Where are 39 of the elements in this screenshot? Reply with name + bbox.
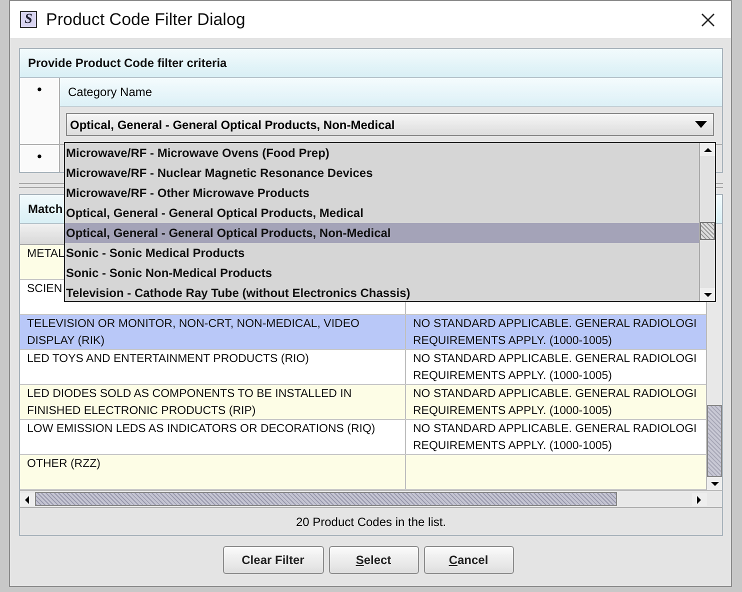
table-cell-text: SCIEN bbox=[27, 282, 62, 297]
dropdown-option[interactable]: Optical, General - General Optical Products, Medical bbox=[65, 203, 699, 223]
app-logo: S bbox=[20, 11, 37, 28]
scroll-thumb[interactable] bbox=[700, 222, 715, 240]
caret-icon[interactable] bbox=[695, 121, 707, 128]
table-cell-text: OTHER (RZZ) bbox=[27, 457, 100, 472]
window-title: Product Code Filter Dialog bbox=[46, 10, 246, 30]
table-row[interactable]: TELEVISION OR MONITOR, NON-CRT, NON-MEDICAL, VIDEO DISPLAY (RIK) NO STANDARD APPLICABLE. GENERAL RADIOLOGI REQUIREMENTS APPLY. (1000-1005) bbox=[20, 315, 706, 350]
dialog-button[interactable]: Select bbox=[328, 546, 418, 574]
dropdown-option[interactable]: Television - Cathode Ray Tube (without Electronics Chassis) bbox=[65, 283, 699, 303]
table-cell-text: NO STANDARD APPLICABLE. GENERAL RADIOLOGI REQUIREMENTS APPLY. (1000-1005) bbox=[413, 352, 697, 384]
dropdown-option[interactable]: Sonic - Sonic Medical Products bbox=[65, 243, 699, 263]
panel-header: Provide Product Code filter criteria bbox=[20, 49, 722, 78]
table-row[interactable]: OTHER (RZZ) bbox=[20, 455, 706, 490]
table-cell-text: LOW EMISSION LEDS AS INDICATORS OR DECORATIONS (RIQ) bbox=[27, 422, 376, 437]
table-cell-text: NO STANDARD APPLICABLE. GENERAL RADIOLOGI REQUIREMENTS APPLY. (1000-1005) bbox=[413, 387, 697, 419]
dropdown-option[interactable]: Microwave/RF - Microwave Ovens (Food Prep) bbox=[65, 143, 699, 163]
category-dropdown[interactable]: Optical, General - General Optical Products, Non-Medical bbox=[66, 113, 714, 136]
dropdown-option[interactable]: Microwave/RF - Nuclear Magnetic Resonance Devices bbox=[65, 163, 699, 183]
bullet: • bbox=[37, 148, 42, 165]
table-cell-text: LED TOYS AND ENTERTAINMENT PRODUCTS (RIO) bbox=[27, 352, 310, 367]
table-cell-text: NO STANDARD APPLICABLE. GENERAL RADIOLOGI REQUIREMENTS APPLY. (1000-1005) bbox=[413, 422, 697, 454]
table-row[interactable]: LOW EMISSION LEDS AS INDICATORS OR DECORATIONS (RIQ) NO STANDARD APPLICABLE. GENERAL RADIOLOGI REQUIREMENTS APPLY. (1000-1005) bbox=[20, 420, 706, 455]
scroll-thumb[interactable] bbox=[707, 405, 722, 477]
status-text: 20 Product Codes in the list. bbox=[20, 507, 722, 535]
table-row[interactable]: LED TOYS AND ENTERTAINMENT PRODUCTS (RIO) NO STANDARD APPLICABLE. GENERAL RADIOLOGI REQUIREMENTS APPLY. (1000-1005) bbox=[20, 350, 706, 385]
dialog-button[interactable]: Clear Filter bbox=[222, 546, 324, 574]
scroll-thumb[interactable] bbox=[35, 492, 617, 506]
bullet: • bbox=[37, 81, 42, 98]
horizontal-scrollbar[interactable] bbox=[20, 490, 722, 507]
table-cell-text: NO STANDARD APPLICABLE. GENERAL RADIOLOGI REQUIREMENTS APPLY. (1000-1005) bbox=[413, 317, 697, 349]
dropdown-option[interactable]: Sonic - Sonic Non-Medical Products bbox=[65, 263, 699, 283]
field-label: Category Name bbox=[60, 78, 722, 107]
table-cell-text: METAL bbox=[27, 247, 64, 262]
table-cell-text: LED DIODES SOLD AS COMPONENTS TO BE INSTALLED IN FINISHED ELECTRONIC PRODUCTS (RIP) bbox=[27, 387, 352, 419]
dropdown-option[interactable]: Optical, General - General Optical Products, Non-Medical bbox=[65, 223, 699, 243]
dialog-button[interactable]: Cancel bbox=[424, 546, 514, 574]
table-cell-text: TELEVISION OR MONITOR, NON-CRT, NON-MEDICAL, VIDEO DISPLAY (RIK) bbox=[27, 317, 360, 349]
table-row[interactable]: LED DIODES SOLD AS COMPONENTS TO BE INSTALLED IN FINISHED ELECTRONIC PRODUCTS (RIP) NO STANDARD APPLICABLE. GENERAL RADIOLOGI REQUIREMENTS APPLY. (1000-1005) bbox=[20, 385, 706, 420]
